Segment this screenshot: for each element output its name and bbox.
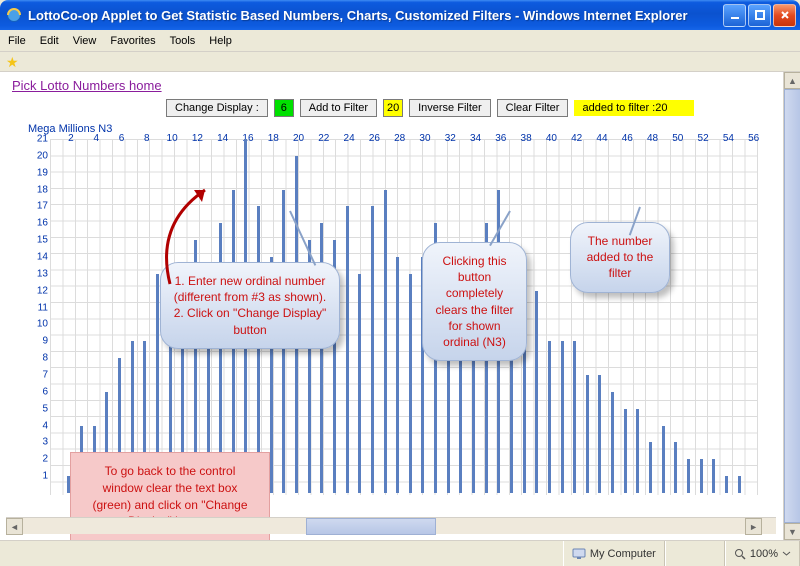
horizontal-scrollbar[interactable]: ◄ ► [6,517,776,534]
window-minimize-button[interactable] [723,4,746,27]
y-tick-label: 14 [37,252,48,263]
chart-bar [358,274,361,493]
chart-bar [573,341,576,493]
menu-help[interactable]: Help [209,35,232,47]
chart-bar [257,206,260,493]
callout-clear-filter: Clicking this button completely clears t… [422,242,527,361]
window-titlebar: LottoCo-op Applet to Get Statistic Based… [0,0,800,30]
chart-bar [561,341,564,493]
chart-bar [687,459,690,493]
status-zone: My Computer [563,541,665,566]
menubar: File Edit View Favorites Tools Help [0,30,800,52]
window-maximize-button[interactable] [748,4,771,27]
chart-bar [700,459,703,493]
y-tick-label: 19 [37,167,48,178]
horizontal-scroll-thumb[interactable] [306,518,436,535]
chart-bar [624,409,627,493]
y-tick-label: 12 [37,285,48,296]
status-bar: My Computer 100% [0,540,800,566]
ie-icon [6,7,22,23]
chevron-down-icon[interactable] [782,549,791,558]
y-tick-label: 3 [42,437,48,448]
callout-added-number: The number added to the filter [570,222,670,293]
scroll-right-button[interactable]: ► [745,518,762,535]
browser-viewport: Pick Lotto Numbers home Change Display :… [0,72,800,540]
window-title: LottoCo-op Applet to Get Statistic Based… [28,8,723,23]
menu-tools[interactable]: Tools [170,35,196,47]
y-tick-label: 7 [42,370,48,381]
chart-bar [371,206,374,493]
y-tick-label: 20 [37,150,48,161]
vertical-scrollbar[interactable]: ▲ ▼ [783,72,800,540]
chart-area: 123456789101112131415161718192021 246810… [18,135,764,495]
y-tick-label: 5 [42,403,48,414]
chart-bar [636,409,639,493]
my-computer-icon [572,547,586,561]
filter-status-message: added to filter :20 [574,100,694,116]
menu-view[interactable]: View [73,35,97,47]
add-to-filter-button[interactable]: Add to Filter [300,99,377,117]
chart-bar [712,459,715,493]
chart-bar [535,291,538,493]
chart-bar [674,442,677,493]
y-tick-label: 18 [37,184,48,195]
y-tick-label: 17 [37,201,48,212]
y-tick-label: 11 [38,302,48,313]
y-tick-label: 10 [37,319,48,330]
status-security [665,541,725,566]
menu-edit[interactable]: Edit [40,35,59,47]
change-display-button[interactable]: Change Display : [166,99,268,117]
inverse-filter-button[interactable]: Inverse Filter [409,99,491,117]
applet-toolbar: Change Display : 6 Add to Filter 20 Inve… [166,99,776,117]
chart-bar [409,274,412,493]
chart-bar [662,426,665,493]
chart-y-axis: 123456789101112131415161718192021 [28,135,48,495]
y-tick-label: 13 [37,268,48,279]
y-tick-label: 1 [42,471,48,482]
y-tick-label: 21 [37,134,48,145]
y-tick-label: 2 [42,454,48,465]
chart-bar [586,375,589,493]
y-tick-label: 8 [42,353,48,364]
scroll-up-button[interactable]: ▲ [784,72,800,89]
home-link[interactable]: Pick Lotto Numbers home [12,78,162,93]
vertical-scroll-thumb[interactable] [784,89,800,523]
zoom-control[interactable]: 100% [725,541,800,566]
chart-bar [346,206,349,493]
filter-value-box[interactable]: 20 [383,99,403,117]
chart-bar [598,375,601,493]
scroll-down-button[interactable]: ▼ [784,523,800,540]
chart-bar [738,476,741,493]
menu-favorites[interactable]: Favorites [110,35,155,47]
chart-bar [649,442,652,493]
scroll-left-button[interactable]: ◄ [6,518,23,535]
callout-enter-ordinal: 1. Enter new ordinal number (different f… [160,262,340,349]
chart-bar [611,392,614,493]
y-tick-label: 9 [42,336,48,347]
chart-bar [384,190,387,493]
ordinal-input[interactable]: 6 [274,99,294,117]
y-tick-label: 4 [42,420,48,431]
favorites-star-icon[interactable]: ★ [6,54,19,70]
y-tick-label: 6 [42,386,48,397]
chart-bars [50,141,758,495]
clear-filter-button[interactable]: Clear Filter [497,99,569,117]
y-tick-label: 16 [37,218,48,229]
favorites-bar: ★ [0,52,800,72]
menu-file[interactable]: File [8,35,26,47]
chart-bar [548,341,551,493]
y-tick-label: 15 [37,235,48,246]
chart-bar [396,257,399,493]
zoom-icon [734,548,746,560]
window-close-button[interactable] [773,4,796,27]
chart-bar [725,476,728,493]
